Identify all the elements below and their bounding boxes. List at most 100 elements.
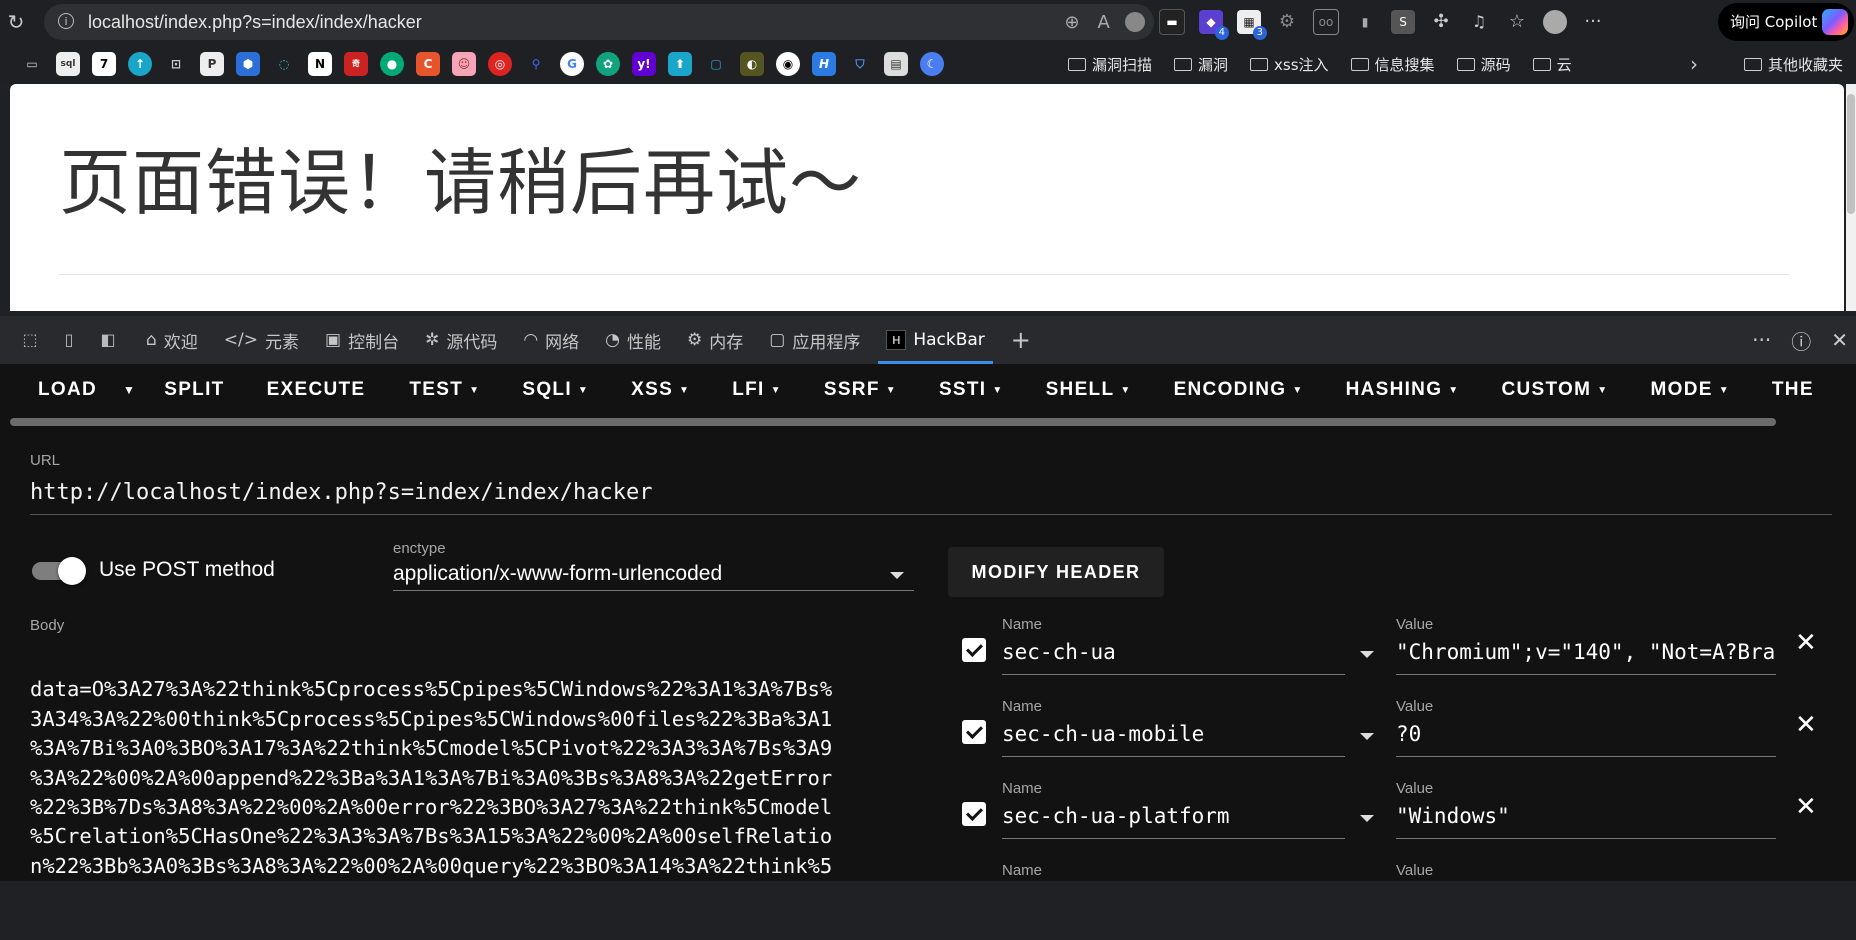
- chevron-right-icon[interactable]: ›: [1690, 44, 1698, 84]
- header-enabled-checkbox[interactable]: [962, 720, 986, 744]
- header-name-input[interactable]: sec-ch-ua-platform: [1002, 804, 1230, 828]
- bookmark-up-icon[interactable]: ⬆: [668, 52, 692, 76]
- header-enabled-checkbox[interactable]: [962, 802, 986, 826]
- bookmark-shield2-icon[interactable]: ⛉: [848, 52, 872, 76]
- header-name-input[interactable]: sec-ch-ua: [1002, 640, 1116, 664]
- dropdown-arrow-icon[interactable]: [1360, 733, 1374, 740]
- bookmark-shield-icon[interactable]: ⬢: [236, 52, 260, 76]
- menu-ssti[interactable]: SSTI: [939, 379, 986, 401]
- bookmark-reader-icon[interactable]: ▭: [20, 52, 44, 76]
- bookmark-h-icon[interactable]: H: [812, 52, 836, 76]
- extension-mouse-icon[interactable]: ▮: [1353, 10, 1377, 34]
- bookmark-folder[interactable]: 漏洞: [1174, 54, 1228, 75]
- dropdown-arrow-icon[interactable]: [1360, 651, 1374, 658]
- bookmark-search-icon[interactable]: ⚲: [524, 52, 548, 76]
- bookmark-bilibili-icon[interactable]: ▢: [704, 52, 728, 76]
- bookmark-openai-icon[interactable]: ✿: [596, 52, 620, 76]
- address-bar[interactable]: i localhost/index.php?s=index/index/hack…: [44, 4, 1154, 40]
- menu-test[interactable]: TEST: [409, 379, 463, 401]
- bookmark-notion-icon[interactable]: N: [308, 52, 332, 76]
- menu-theme[interactable]: THE: [1772, 379, 1814, 401]
- media-icon[interactable]: ♫: [1467, 10, 1491, 34]
- header-value-input[interactable]: "Windows": [1396, 804, 1776, 828]
- extension-s-icon[interactable]: S: [1391, 10, 1415, 34]
- extension-qr-icon[interactable]: ▦ 3: [1237, 10, 1267, 40]
- bookmark-yahoo-icon[interactable]: y!: [632, 52, 656, 76]
- remove-header-icon[interactable]: ✕: [1795, 710, 1817, 740]
- bookmark-netease-icon[interactable]: ◎: [488, 52, 512, 76]
- menu-ssrf[interactable]: SSRF: [824, 379, 880, 401]
- inspect-element-icon[interactable]: ⬚: [18, 328, 42, 352]
- bookmark-folder[interactable]: 源码: [1456, 54, 1511, 75]
- bookmark-p-icon[interactable]: P: [200, 52, 224, 76]
- menu-split[interactable]: SPLIT: [164, 379, 224, 401]
- extension-circle-icon[interactable]: [1125, 12, 1145, 32]
- post-method-label[interactable]: Use POST method: [99, 556, 275, 584]
- bookmark-folder[interactable]: 云: [1532, 54, 1572, 75]
- close-devtools-icon[interactable]: ✕: [1831, 328, 1848, 352]
- more-tools-icon[interactable]: ···: [1752, 328, 1771, 352]
- tab-sources[interactable]: ✲ 源代码: [425, 316, 497, 364]
- other-bookmarks[interactable]: 其他收藏夹: [1744, 44, 1843, 84]
- menu-custom[interactable]: CUSTOM: [1501, 379, 1591, 401]
- bookmark-moon-icon[interactable]: ☾: [920, 52, 944, 76]
- copilot-button[interactable]: 询问 Copilot: [1718, 3, 1854, 41]
- tab-console[interactable]: ▣ 控制台: [325, 316, 399, 364]
- page-scrollbar[interactable]: [1846, 84, 1856, 311]
- profile-avatar[interactable]: [1543, 10, 1567, 34]
- menu-mode[interactable]: MODE: [1650, 379, 1712, 401]
- extensions-puzzle-icon[interactable]: ✣: [1429, 10, 1453, 34]
- bookmark-terminal-icon[interactable]: ⊡: [164, 52, 188, 76]
- more-options-icon[interactable]: ···: [1581, 10, 1605, 34]
- header-enabled-checkbox[interactable]: [962, 638, 986, 662]
- post-method-toggle[interactable]: [32, 556, 86, 585]
- bookmark-ghost-icon[interactable]: ◐: [740, 52, 764, 76]
- tab-elements[interactable]: </> 元素: [224, 316, 299, 364]
- dock-sidebar-icon[interactable]: ◧: [96, 328, 120, 352]
- remove-header-icon[interactable]: ✕: [1795, 792, 1817, 822]
- dropdown-arrow-icon[interactable]: [890, 572, 904, 579]
- add-tab-button[interactable]: +: [1011, 316, 1031, 364]
- extension-glasses-icon[interactable]: oo: [1313, 9, 1339, 35]
- bookmark-folder[interactable]: 信息搜集: [1350, 54, 1435, 75]
- menu-hashing[interactable]: HASHING: [1346, 379, 1443, 401]
- menu-xss[interactable]: XSS: [631, 379, 673, 401]
- menu-scrollbar[interactable]: [10, 418, 1776, 426]
- bookmark-green-icon[interactable]: ●: [380, 52, 404, 76]
- header-value-input[interactable]: ?0: [1396, 722, 1776, 746]
- body-textarea[interactable]: data=O%3A27%3A%22think%5Cprocess%5Cpipes…: [30, 646, 930, 940]
- address-url[interactable]: localhost/index.php?s=index/index/hacker: [88, 4, 422, 40]
- extension-cube-icon[interactable]: ◆ 4: [1199, 10, 1229, 40]
- bookmark-arrow-icon[interactable]: ↑: [128, 52, 152, 76]
- bookmark-spinner-icon[interactable]: ◌: [272, 52, 296, 76]
- header-value-input[interactable]: "Chromium";v="140", "Not=A?Brand";v="24": [1396, 640, 1776, 664]
- menu-shell[interactable]: SHELL: [1046, 379, 1115, 401]
- site-info-icon[interactable]: i: [58, 13, 74, 29]
- bookmark-red-icon[interactable]: 奇: [344, 52, 368, 76]
- menu-encoding[interactable]: ENCODING: [1174, 379, 1287, 401]
- extension-terminal-icon[interactable]: ▬: [1159, 9, 1185, 35]
- bookmark-pig-icon[interactable]: ☺: [452, 52, 476, 76]
- bookmark-folder[interactable]: xss注入: [1250, 54, 1329, 75]
- bookmark-keyboard-icon[interactable]: ▤: [884, 52, 908, 76]
- header-name-input[interactable]: sec-ch-ua-mobile: [1002, 722, 1204, 746]
- bookmark-c-icon[interactable]: C: [416, 52, 440, 76]
- menu-lfi[interactable]: LFI: [732, 379, 764, 401]
- menu-sqli[interactable]: SQLI: [522, 379, 572, 401]
- extension-gear-icon[interactable]: ⚙: [1275, 10, 1299, 34]
- favorites-icon[interactable]: ☆: [1505, 10, 1529, 34]
- url-input[interactable]: http://localhost/index.php?s=index/index…: [30, 480, 653, 505]
- remove-header-icon[interactable]: ✕: [1795, 628, 1817, 658]
- dropdown-arrow-icon[interactable]: [1360, 815, 1374, 822]
- reload-icon[interactable]: ↻: [4, 10, 28, 34]
- tab-memory[interactable]: ⚙ 内存: [687, 316, 743, 364]
- read-aloud-icon[interactable]: A: [1098, 12, 1110, 33]
- menu-load-dropdown-icon[interactable]: ▼: [123, 383, 136, 397]
- menu-load[interactable]: LOAD: [38, 379, 97, 401]
- menu-execute[interactable]: EXECUTE: [267, 379, 366, 401]
- tab-network[interactable]: ◠ 网络: [523, 316, 579, 364]
- tab-welcome[interactable]: ⌂ 欢迎: [146, 316, 198, 364]
- modify-header-button[interactable]: MODIFY HEADER: [948, 547, 1164, 597]
- device-toolbar-icon[interactable]: ▯: [57, 328, 81, 352]
- help-icon[interactable]: ⓘ: [1791, 326, 1811, 355]
